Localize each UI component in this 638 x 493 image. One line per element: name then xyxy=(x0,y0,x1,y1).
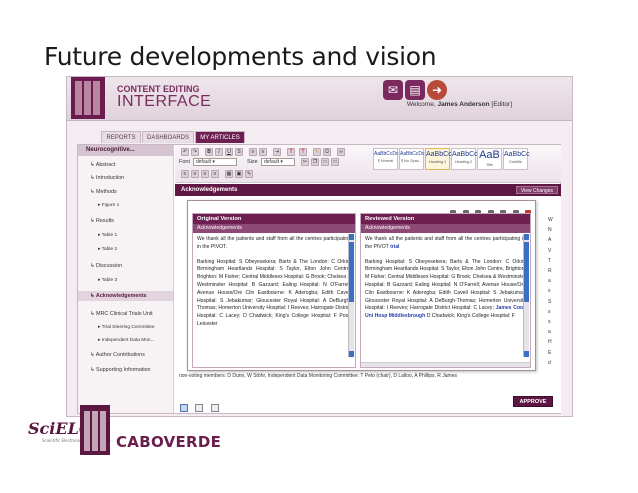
version-compare-dialog: Original Version Acknowledgements We tha… xyxy=(187,200,536,371)
outline-head[interactable]: Neurocognitive... xyxy=(78,145,173,156)
reviewed-scrollbar[interactable] xyxy=(523,234,529,357)
font-label: Font xyxy=(179,159,191,165)
right-edge-text: WNA VTR asS ssa HEd xyxy=(548,217,553,366)
tab-reports[interactable]: REPORTS xyxy=(101,131,141,143)
app-header: CONTENT EDITING INTERFACE ✉ ▤ ➜ Welcome,… xyxy=(67,77,572,121)
content-editing-app: CONTENT EDITING INTERFACE ✉ ▤ ➜ Welcome,… xyxy=(66,76,573,417)
highlighter-icon[interactable]: ✎ xyxy=(313,148,321,156)
style-heading-2[interactable]: AaBbCc Heading 2 xyxy=(451,148,478,170)
reviewed-version-head: Reviewed Version xyxy=(361,214,530,224)
outline-item-supporting-info[interactable]: ↳ Supporting Information xyxy=(90,365,151,375)
style-heading-1[interactable]: AaBbCc Heading 1 xyxy=(425,148,452,170)
outline-item-discussion[interactable]: ↳ Discussion xyxy=(90,261,122,271)
app-logo-mark xyxy=(71,77,105,119)
copy-icon[interactable]: ❐ xyxy=(311,158,319,166)
footer-logos: SciELO Scientific Electronic Library Onl… xyxy=(28,405,258,465)
outline-item-mrc-ctu[interactable]: ↳ MRC Clinical Trials Unit xyxy=(90,309,153,319)
redo-icon[interactable]: ↷ xyxy=(191,148,199,156)
special-char-icon[interactable]: Ω xyxy=(323,148,331,156)
inserted-text: trial xyxy=(390,243,400,250)
outline-item-results[interactable]: ↳ Results xyxy=(90,216,114,226)
style-no-spacing[interactable]: AaBbCcDc ¶ No Spac... xyxy=(399,148,424,170)
outline-item-author-contributions[interactable]: ↳ Author Contributions xyxy=(90,350,145,360)
paste-special-icon[interactable]: □ xyxy=(331,158,339,166)
size-select[interactable]: default ▾ xyxy=(261,158,295,166)
article-outline: Neurocognitive... ↳ Abstract ↳ Introduct… xyxy=(78,145,174,413)
undo-icon[interactable]: ↶ xyxy=(181,148,189,156)
style-title[interactable]: AaB Title xyxy=(477,148,502,170)
app-title-line2: INTERFACE xyxy=(117,93,212,110)
table-icon[interactable]: ▦ xyxy=(225,170,233,178)
align-left-icon[interactable]: ≡ xyxy=(181,170,189,178)
list-icon[interactable]: ≡ xyxy=(249,148,257,156)
justify-icon[interactable]: ≡ xyxy=(211,170,219,178)
style-subtitle[interactable]: AaBbCc Subtitle xyxy=(503,148,530,170)
align-center-icon[interactable]: ≡ xyxy=(191,170,199,178)
editor-area[interactable]: WNA VTR asS ssa HEd Original Version Ack… xyxy=(175,197,561,413)
outline-item-trial-steering[interactable]: ▸ Trial Steering Committee xyxy=(98,323,155,333)
approve-button[interactable]: APPROVE xyxy=(513,396,553,407)
outline-item-table-3[interactable]: ▸ Table 3 xyxy=(98,276,117,286)
original-scrollbar[interactable] xyxy=(348,234,354,357)
slide-title: Future developments and vision xyxy=(44,42,437,71)
editor-toolbar: ↶ ↷ B I U S ≡ ≡ ⇥ T T ✎ Ω ∞ Font default… xyxy=(175,145,561,183)
reviewed-hscrollbar[interactable] xyxy=(361,362,530,367)
outline-item-methods[interactable]: ↳ Methods xyxy=(90,187,117,197)
behind-text-line: non-voting members: D Dunn, W Stöhr, Ind… xyxy=(179,373,458,379)
bold-button[interactable]: B xyxy=(205,148,213,156)
outline-item-abstract[interactable]: ↳ Abstract xyxy=(90,160,116,170)
reviewed-section-head: Acknowledgements xyxy=(361,224,530,233)
outline-item-table-1[interactable]: ▸ Table 1 xyxy=(98,231,117,241)
logout-icon[interactable]: ➜ xyxy=(427,80,447,100)
original-version-head: Original Version xyxy=(193,214,355,224)
outline-item-acknowledgements[interactable]: ↳ Acknowledgements xyxy=(78,291,173,301)
section-bar: Acknowledgements View Changes xyxy=(175,184,561,196)
original-text: We thank all the patients and staff from… xyxy=(197,236,351,327)
messages-icon[interactable]: ✉ xyxy=(383,80,403,100)
user-name: James Anderson xyxy=(437,101,490,108)
style-normal[interactable]: AaBbCcDc ¶ Normal xyxy=(373,148,398,170)
outline-item-table-2[interactable]: ▸ Table 2 xyxy=(98,245,117,255)
view-changes-button[interactable]: View Changes xyxy=(515,186,558,194)
underline-button[interactable]: U xyxy=(225,148,233,156)
compare-toolbar xyxy=(448,203,531,216)
paste-icon[interactable]: □ xyxy=(321,158,329,166)
cut-icon[interactable]: ✂ xyxy=(301,158,309,166)
article-panel: Neurocognitive... ↳ Abstract ↳ Introduct… xyxy=(77,144,561,414)
tab-dashboards[interactable]: DASHBOARDS xyxy=(142,131,194,143)
footer-logo-mark xyxy=(80,405,110,455)
strikethrough-button[interactable]: S xyxy=(235,148,243,156)
numbered-list-icon[interactable]: ≡ xyxy=(259,148,267,156)
welcome-text: Welcome, James Anderson [Editor] xyxy=(406,101,512,108)
tab-my-articles[interactable]: MY ARTICLES xyxy=(195,131,245,143)
user-role: [Editor] xyxy=(491,101,512,108)
outline-item-figure-1[interactable]: ▸ Figure 1 xyxy=(98,201,119,211)
size-label: Size xyxy=(247,159,258,165)
italic-button[interactable]: I xyxy=(215,148,223,156)
original-version-column: Original Version Acknowledgements We tha… xyxy=(192,213,356,368)
indent-icon[interactable]: ⇥ xyxy=(273,148,281,156)
outline-item-idmc[interactable]: ▸ Independent Data Mon... xyxy=(98,336,155,346)
reviewed-text: We thank all the patients and staff from… xyxy=(365,236,527,320)
reviewed-version-column: Reviewed Version Acknowledgements We tha… xyxy=(360,213,531,368)
text-color-icon[interactable]: T xyxy=(287,148,295,156)
comment-icon[interactable]: ✎ xyxy=(245,170,253,178)
font-select[interactable]: default ▾ xyxy=(193,158,237,166)
outline-item-introduction[interactable]: ↳ Introduction xyxy=(90,173,124,183)
align-right-icon[interactable]: ≡ xyxy=(201,170,209,178)
link-icon[interactable]: ∞ xyxy=(337,148,345,156)
image-icon[interactable]: ▣ xyxy=(235,170,243,178)
highlight-color-icon[interactable]: T xyxy=(299,148,307,156)
original-section-head: Acknowledgements xyxy=(193,224,355,233)
section-bar-label: Acknowledgements xyxy=(181,187,238,193)
books-icon[interactable]: ▤ xyxy=(405,80,425,100)
caboverde-logo: CABOVERDE xyxy=(116,433,222,451)
